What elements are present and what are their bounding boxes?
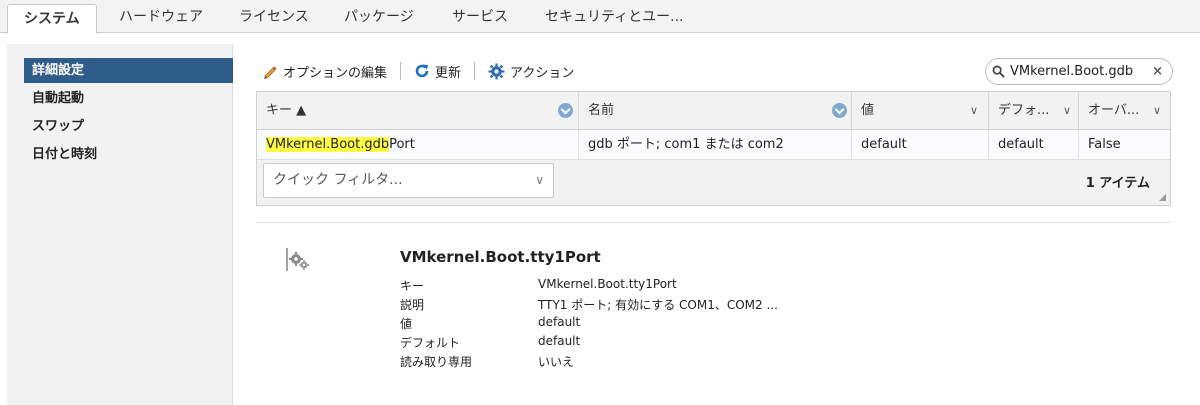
toolbar: オプションの編集 更新 アクション — [262, 60, 574, 82]
detail-value: いいえ — [538, 355, 575, 369]
quick-filter-placeholder: クイック フィルタ... — [273, 172, 403, 188]
item-count: 1 アイテム — [1085, 176, 1150, 191]
chevron-down-icon[interactable]: ∨ — [970, 92, 978, 129]
tab-system[interactable]: システム — [7, 4, 97, 34]
detail-label: 読み取り専用 — [400, 355, 473, 369]
edit-options-button[interactable]: オプションの編集 — [262, 62, 387, 81]
detail-value: TTY1 ポート; 有効にする COM1、COM2 ... — [538, 298, 778, 312]
sidebar-item-advanced-settings[interactable]: 詳細設定 — [24, 58, 233, 83]
cell-value: default — [852, 130, 989, 160]
clear-search-icon[interactable]: × — [1152, 64, 1163, 79]
table-row[interactable]: VMkernel.Boot.gdbPort gdb ポート; com1 または … — [257, 130, 1170, 160]
grid-header: キー ▲ 名前 値 ∨ デフォ... ∨ オーバ... ∨ — [257, 92, 1170, 130]
sidebar-item-swap[interactable]: スワップ — [24, 114, 233, 139]
gear-icon — [488, 63, 505, 79]
detail-value: default — [538, 334, 581, 348]
tab-license[interactable]: ライセンス — [239, 6, 309, 34]
detail-label: キー — [400, 279, 425, 293]
column-menu-icon[interactable] — [832, 103, 847, 118]
settings-sidebar: 詳細設定 自動起動 スワップ 日付と時刻 — [7, 44, 233, 405]
detail-value: default — [538, 315, 581, 329]
column-header-key-label: キー ▲ — [266, 103, 307, 118]
detail-title: VMkernel.Boot.tty1Port — [400, 248, 601, 266]
detail-label: 説明 — [400, 298, 425, 312]
refresh-icon — [415, 64, 429, 78]
cell-default: default — [989, 130, 1079, 160]
search-input[interactable] — [1010, 64, 1140, 79]
sidebar-item-date-time[interactable]: 日付と時刻 — [24, 142, 233, 167]
search-icon — [992, 65, 1005, 78]
section-divider — [256, 222, 1171, 223]
detail-label: デフォルト — [400, 336, 461, 350]
column-header-default[interactable]: デフォ... ∨ — [989, 92, 1079, 129]
quick-filter-dropdown[interactable]: クイック フィルタ... ∨ — [263, 163, 554, 198]
resize-handle-icon[interactable] — [1159, 194, 1166, 201]
grid-footer: クイック フィルタ... ∨ 1 アイテム — [257, 160, 1170, 205]
refresh-button[interactable]: 更新 — [414, 62, 461, 81]
toolbar-separator — [474, 62, 476, 80]
column-header-value[interactable]: 値 ∨ — [852, 92, 989, 129]
chevron-down-icon: ∨ — [535, 173, 544, 187]
column-header-name-label: 名前 — [588, 103, 615, 118]
cell-override: False — [1088, 137, 1121, 152]
chevron-down-icon[interactable]: ∨ — [1153, 92, 1161, 129]
refresh-label: 更新 — [435, 65, 462, 81]
key-remainder: Port — [389, 137, 415, 152]
toolbar-separator — [400, 62, 402, 80]
tab-packages[interactable]: パッケージ — [344, 6, 414, 34]
detail-label: 値 — [400, 317, 413, 331]
column-header-default-label: デフォ... — [998, 103, 1050, 118]
column-header-name[interactable]: 名前 — [579, 92, 852, 129]
pencil-icon — [264, 66, 277, 79]
detail-value: VMkernel.Boot.tty1Port — [538, 277, 677, 291]
column-header-override-label: オーバ... — [1088, 103, 1140, 118]
edit-options-label: オプションの編集 — [283, 65, 388, 81]
cell-name: gdb ポート; com1 または com2 — [579, 130, 852, 160]
sidebar-item-autostart[interactable]: 自動起動 — [24, 86, 233, 111]
chevron-down-icon[interactable]: ∨ — [1063, 92, 1071, 129]
search-match-highlight: VMkernel.Boot.gdb — [266, 137, 390, 152]
column-header-key[interactable]: キー ▲ — [257, 92, 579, 129]
column-header-override[interactable]: オーバ... ∨ — [1079, 92, 1170, 129]
top-tab-bar: システム ハードウェア ライセンス パッケージ サービス セキュリティとユー..… — [0, 0, 1200, 34]
settings-gears-icon — [286, 248, 309, 271]
search-box: × — [985, 58, 1173, 85]
tab-hardware[interactable]: ハードウェア — [119, 6, 203, 34]
tab-services[interactable]: サービス — [452, 6, 508, 34]
column-menu-icon[interactable] — [558, 103, 573, 118]
column-header-value-label: 値 — [861, 103, 875, 118]
actions-label: アクション — [510, 65, 575, 81]
tab-security-users[interactable]: セキュリティとユー... — [545, 6, 684, 34]
cell-key: VMkernel.Boot.gdbPort — [257, 130, 579, 160]
advanced-settings-grid: キー ▲ 名前 値 ∨ デフォ... ∨ オーバ... ∨ VMkernel.B… — [256, 91, 1171, 206]
actions-button[interactable]: アクション — [488, 62, 574, 81]
